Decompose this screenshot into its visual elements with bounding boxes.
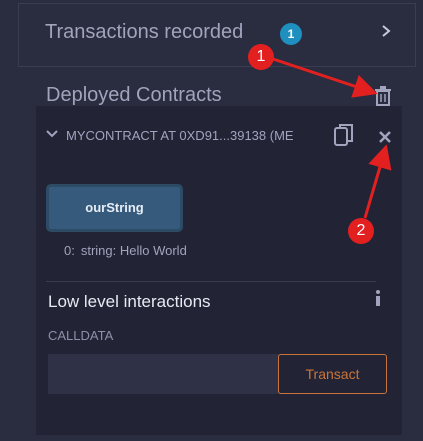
low-level-interactions-title: Low level interactions [48, 292, 211, 311]
copy-icon[interactable] [334, 123, 354, 147]
result-index: 0: [64, 243, 75, 258]
divider [46, 281, 376, 282]
ourstring-call-button[interactable]: ourString [46, 184, 183, 232]
calldata-input[interactable] [48, 354, 280, 394]
transactions-recorded-panel[interactable]: Transactions recorded 1 [18, 3, 416, 67]
chevron-right-icon[interactable] [379, 24, 393, 38]
function-result: 0: string: Hello World [64, 243, 187, 258]
annotation-marker-1: 1 [248, 44, 274, 70]
contract-name: MYCONTRACT AT 0XD91...39138 (ME [66, 128, 294, 143]
transact-button[interactable]: Transact [278, 354, 387, 394]
deployed-contracts-title: Deployed Contracts [46, 84, 222, 106]
annotation-marker-2: 2 [348, 218, 374, 244]
deployed-contract-card: MYCONTRACT AT 0XD91...39138 (ME ourStrin… [36, 106, 402, 435]
calldata-label: CALLDATA [48, 328, 114, 343]
result-value: string: Hello World [80, 243, 187, 258]
trash-icon[interactable] [374, 86, 392, 106]
transactions-recorded-title: Transactions recorded [45, 21, 244, 43]
transactions-count-badge: 1 [280, 23, 302, 45]
info-icon[interactable] [373, 289, 383, 307]
close-icon[interactable] [379, 131, 391, 143]
contract-header[interactable]: MYCONTRACT AT 0XD91...39138 (ME [36, 114, 402, 148]
caret-down-icon[interactable] [46, 129, 58, 139]
